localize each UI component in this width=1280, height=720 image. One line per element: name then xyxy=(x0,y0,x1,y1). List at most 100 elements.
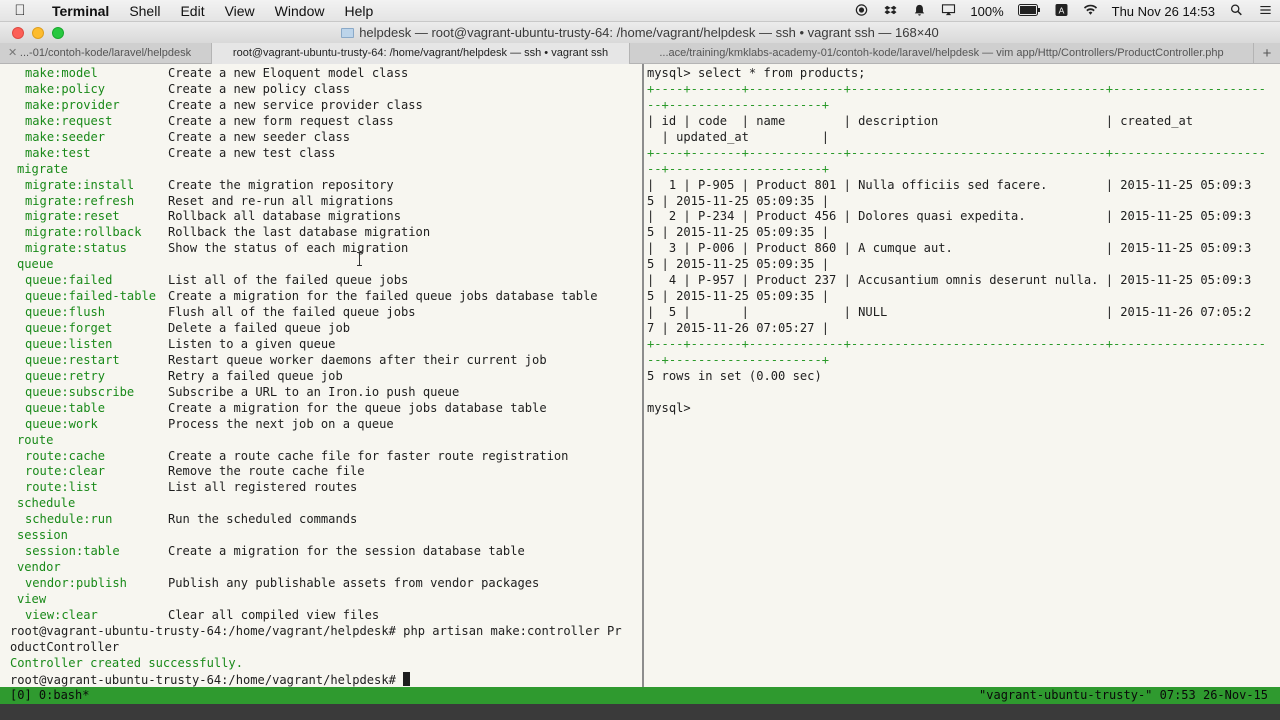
artisan-command-description: Create a new service provider class xyxy=(168,97,423,112)
apple-icon[interactable]:  xyxy=(0,2,40,19)
mysql-output: | 4 | P-957 | Product 237 | Accusantium … xyxy=(647,273,1252,288)
artisan-command-description: List all of the failed queue jobs xyxy=(168,273,409,288)
mysql-line: | 2 | P-234 | Product 456 | Dolores quas… xyxy=(647,209,1270,225)
terminal-line: view xyxy=(10,592,642,608)
artisan-command-description: Show the status of each migration xyxy=(168,241,409,256)
terminal-line: queue:failed-table Create a migration for… xyxy=(10,289,642,305)
table-border: --+---------------------+ xyxy=(647,352,830,367)
artisan-command-group: route xyxy=(17,432,54,447)
tab-bar: ✕ ...-01/contoh-kode/laravel/helpdesk ro… xyxy=(0,43,1280,64)
minimize-window-button[interactable] xyxy=(32,27,44,39)
menu-help[interactable]: Help xyxy=(334,3,383,19)
zoom-window-button[interactable] xyxy=(52,27,64,39)
mysql-line: | updated_at | xyxy=(647,130,1270,146)
menu-view[interactable]: View xyxy=(215,3,265,19)
terminal-line: root@vagrant-ubuntu-trusty-64:/home/vagr… xyxy=(10,671,642,687)
tab-ssh-vagrant[interactable]: root@vagrant-ubuntu-trusty-64: /home/vag… xyxy=(212,43,630,64)
mysql-output: mysql> select * from products; xyxy=(647,66,866,80)
text-cursor-ibeam-icon xyxy=(357,252,362,266)
terminal-line: route:clear Remove the route cache file xyxy=(10,464,642,480)
artisan-command-name: migrate:status xyxy=(25,241,127,256)
artisan-command-group: migrate xyxy=(17,161,68,176)
mysql-line: +----+-------+-------------+------------… xyxy=(647,337,1270,353)
terminal-output: root@vagrant-ubuntu-trusty-64:/home/vagr… xyxy=(10,623,622,638)
terminal-line: session:table Create a migration for the … xyxy=(10,544,642,560)
window-title: helpdesk — root@vagrant-ubuntu-trusty-64… xyxy=(359,25,939,40)
artisan-command-description: Run the scheduled commands xyxy=(168,512,358,527)
artisan-command-name: route:cache xyxy=(25,448,106,463)
mysql-line: +----+-------+-------------+------------… xyxy=(647,146,1270,162)
terminal-line: route xyxy=(10,433,642,449)
mysql-line: mysql> select * from products; xyxy=(647,66,1270,82)
artisan-command-name: queue:restart xyxy=(25,352,120,367)
artisan-command-name: session:table xyxy=(25,544,120,559)
mysql-output: | 2 | P-234 | Product 456 | Dolores quas… xyxy=(647,209,1252,224)
artisan-command-description: Subscribe a URL to an Iron.io push queue xyxy=(168,384,460,399)
artisan-command-description: Create a new seeder class xyxy=(168,129,351,144)
clock[interactable]: Thu Nov 26 14:53 xyxy=(1105,4,1222,19)
artisan-command-name: schedule:run xyxy=(25,512,113,527)
menu-window[interactable]: Window xyxy=(265,3,335,19)
mysql-line xyxy=(647,385,1270,401)
artisan-command-description: Remove the route cache file xyxy=(168,464,365,479)
right-terminal-pane-mysql[interactable]: mysql> select * from products; +----+----… xyxy=(645,64,1270,687)
menu-edit[interactable]: Edit xyxy=(170,3,214,19)
tab-label: ...ace/training/kmklabs-academy-01/conto… xyxy=(659,47,1224,59)
artisan-command-description: Create a route cache file for faster rou… xyxy=(168,448,569,463)
tmux-window-list[interactable]: [0] 0:bash* xyxy=(10,687,89,704)
table-border: --+---------------------+ xyxy=(647,97,830,112)
terminal-cursor[interactable] xyxy=(403,671,411,686)
menu-bar:  Terminal Shell Edit View Window Help 1… xyxy=(0,0,1280,22)
dropbox-icon[interactable] xyxy=(876,4,905,19)
window-title-bar: helpdesk — root@vagrant-ubuntu-trusty-64… xyxy=(0,22,1280,43)
artisan-command-description: Flush all of the failed queue jobs xyxy=(168,305,416,320)
artisan-command-name: queue:failed-table xyxy=(25,289,157,304)
artisan-command-description: Listen to a given queue xyxy=(168,336,336,351)
menu-app-terminal[interactable]: Terminal xyxy=(40,3,119,19)
artisan-command-name: make:model xyxy=(25,66,98,80)
notification-bell-icon[interactable] xyxy=(905,4,934,19)
new-tab-button[interactable]: + xyxy=(1254,43,1280,63)
mysql-output: 5 rows in set (0.00 sec) xyxy=(647,368,822,383)
mysql-line: 5 | 2015-11-25 05:09:35 | xyxy=(647,194,1270,210)
record-icon[interactable] xyxy=(847,3,876,19)
battery-icon[interactable] xyxy=(1011,3,1047,19)
terminal-line: queue xyxy=(10,257,642,273)
pane-divider[interactable] xyxy=(642,64,644,687)
terminal-line: queue:restart Restart queue worker daemon… xyxy=(10,353,642,369)
artisan-command-description: Publish any publishable assets from vend… xyxy=(168,576,540,590)
tab-vim-product-controller[interactable]: ...ace/training/kmklabs-academy-01/conto… xyxy=(630,43,1254,64)
terminal-line: queue:failed List all of the failed queue… xyxy=(10,273,642,289)
terminal-line: queue:forget Delete a failed queue job xyxy=(10,321,642,337)
left-terminal-pane[interactable]: make:model Create a new Eloquent model cl… xyxy=(0,64,642,687)
terminal-area[interactable]: make:model Create a new Eloquent model cl… xyxy=(0,64,1280,687)
terminal-line: oductController xyxy=(10,640,642,656)
input-source-icon[interactable]: A xyxy=(1047,3,1076,19)
terminal-line: vendor:publish Publish any publishable as… xyxy=(10,576,642,592)
artisan-command-description: Process the next job on a queue xyxy=(168,416,394,431)
close-window-button[interactable] xyxy=(12,27,24,39)
terminal-line: root@vagrant-ubuntu-trusty-64:/home/vagr… xyxy=(10,624,642,640)
artisan-command-name: migrate:rollback xyxy=(25,225,142,240)
artisan-command-name: migrate:refresh xyxy=(25,193,135,208)
spotlight-search-icon[interactable] xyxy=(1222,3,1251,19)
artisan-command-group: vendor xyxy=(17,560,61,575)
close-tab-icon[interactable]: ✕ xyxy=(8,43,17,64)
artisan-command-description: Restart queue worker daemons after their… xyxy=(168,352,547,367)
notification-center-icon[interactable] xyxy=(1251,4,1280,19)
artisan-command-name: queue:failed xyxy=(25,273,113,288)
tab-helpdesk-path[interactable]: ✕ ...-01/contoh-kode/laravel/helpdesk xyxy=(0,43,212,64)
airplay-icon[interactable] xyxy=(934,3,963,19)
menu-shell[interactable]: Shell xyxy=(119,3,170,19)
artisan-command-name: route:clear xyxy=(25,464,106,479)
wifi-icon[interactable] xyxy=(1076,4,1105,19)
artisan-command-name: make:request xyxy=(25,113,113,128)
mysql-line: mysql> xyxy=(647,401,1270,417)
mysql-output: 5 | 2015-11-25 05:09:35 | xyxy=(647,257,830,272)
artisan-command-description: Rollback all database migrations xyxy=(168,209,401,224)
artisan-command-name: queue:forget xyxy=(25,321,113,335)
artisan-command-description: Delete a failed queue job xyxy=(168,321,351,335)
artisan-command-description: Clear all compiled view files xyxy=(168,607,380,622)
artisan-command-name: queue:listen xyxy=(25,336,113,351)
tmux-status-bar: [0] 0:bash* "vagrant-ubuntu-trusty-" 07:… xyxy=(0,687,1280,704)
